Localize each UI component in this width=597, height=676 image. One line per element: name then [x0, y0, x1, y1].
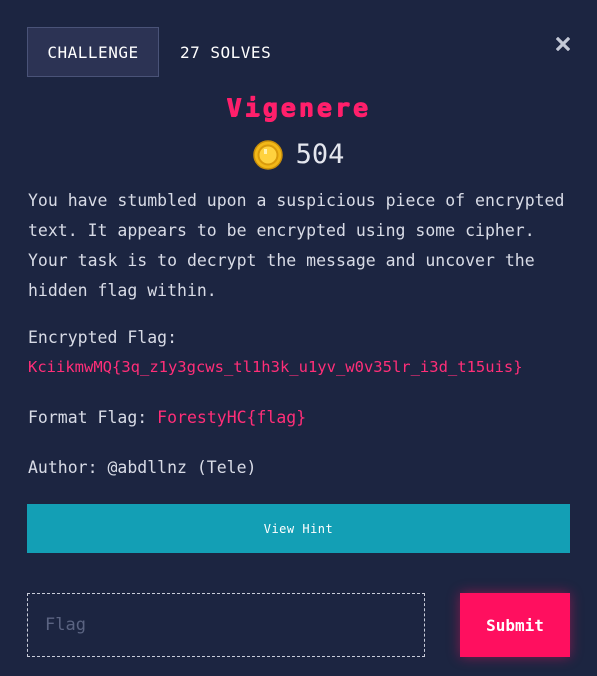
format-flag-label: Format Flag:	[28, 408, 148, 427]
close-button[interactable]	[553, 34, 573, 54]
encrypted-flag-label: Encrypted Flag:	[28, 328, 178, 347]
coin-icon	[252, 139, 283, 170]
points-value: 504	[295, 139, 345, 170]
challenge-points: 504	[0, 139, 597, 170]
challenge-description: You have stumbled upon a suspicious piec…	[28, 191, 565, 300]
close-icon	[556, 37, 570, 51]
view-hint-button[interactable]: View Hint	[27, 504, 570, 553]
challenge-tabs: CHALLENGE 27 SOLVES	[27, 27, 291, 77]
format-flag-value: ForestyHC{flag}	[157, 408, 307, 427]
encrypted-flag-value: KciikmwMQ{3q_z1y3gcws_tl1h3k_u1yv_w0v35l…	[28, 358, 523, 376]
tab-solves[interactable]: 27 SOLVES	[159, 27, 291, 77]
submit-button[interactable]: Submit	[460, 593, 570, 657]
challenge-modal: CHALLENGE 27 SOLVES Vigenere 504 You hav…	[0, 0, 597, 676]
format-flag-line: Format Flag: ForestyHC{flag}	[28, 408, 306, 427]
tab-challenge[interactable]: CHALLENGE	[27, 27, 159, 77]
challenge-title: Vigenere	[226, 93, 371, 122]
flag-input[interactable]	[27, 593, 425, 657]
author-line: Author: @abdllnz (Tele)	[28, 458, 257, 477]
